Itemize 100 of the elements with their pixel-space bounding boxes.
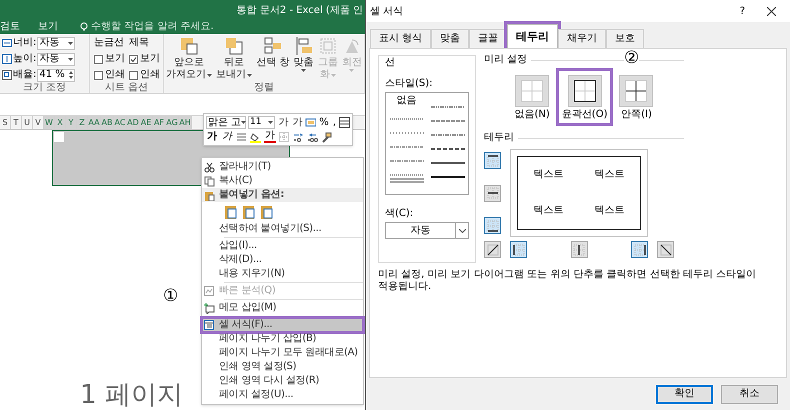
preset-option[interactable]: 윤곽선(O) <box>558 71 610 123</box>
menu-item[interactable]: 삭제(D)... <box>202 253 363 267</box>
line-style-list[interactable]: 없음 <box>385 92 469 195</box>
menu-item[interactable]: 메모 삽입(M) <box>202 301 363 315</box>
currency-icon[interactable] <box>305 117 316 128</box>
ribbon-button[interactable]: 맞춤 <box>294 36 314 82</box>
menu-item[interactable]: 잘라내기(T) <box>202 160 363 174</box>
paint-bucket-icon[interactable] <box>250 132 261 142</box>
paste-option-icon[interactable] <box>224 204 238 220</box>
middle-h-border-icon <box>486 186 500 200</box>
grow-font-button[interactable]: 가 <box>277 118 290 128</box>
checkbox[interactable]: 보기 <box>94 52 125 66</box>
dropdown-field[interactable]: 자동 <box>37 36 76 50</box>
section-title: 테두리 <box>484 133 514 143</box>
border-toggle-button[interactable] <box>510 241 527 258</box>
menu-item[interactable]: 삽입(I)... <box>202 239 363 253</box>
border-toggle-button[interactable] <box>484 152 501 169</box>
ribbon-button[interactable]: 뒤로 보내기 <box>216 36 252 82</box>
menu-item[interactable]: 내용 지우기(N) <box>202 267 363 281</box>
close-icon[interactable] <box>767 6 776 16</box>
step-marker: ① <box>163 288 178 305</box>
dialog-tab[interactable]: 채우기 <box>558 29 606 48</box>
column-header[interactable]: U <box>22 116 33 129</box>
ribbon-tab[interactable]: 보기 <box>38 22 58 32</box>
help-button[interactable]: ? <box>740 4 745 18</box>
dialog-tab[interactable]: 보호 <box>606 29 644 48</box>
tell-me-field[interactable]: 수행할 작업을 알려 주세요. <box>80 22 214 32</box>
chevron-down-icon <box>458 228 466 232</box>
border-toggle-button[interactable] <box>484 217 501 234</box>
dropdown-field[interactable]: 자동 <box>37 52 76 66</box>
clipboard-icon <box>204 190 215 200</box>
column-header[interactable]: S <box>0 116 11 129</box>
border-toggle-button[interactable] <box>631 241 648 258</box>
column-header[interactable]: W <box>44 116 55 129</box>
increase-decimal-icon[interactable] <box>293 132 304 142</box>
comma-button[interactable]: , <box>332 118 337 128</box>
menu-item[interactable]: 셀 서식(F)... <box>202 318 363 332</box>
decrease-decimal-icon[interactable] <box>307 132 318 142</box>
column-header[interactable]: AB <box>101 116 114 129</box>
border-toggle-button[interactable] <box>484 184 501 202</box>
column-header[interactable]: AC <box>114 116 127 129</box>
column-header[interactable]: AG <box>166 116 179 129</box>
group-label: 시트 옵션 <box>104 82 150 93</box>
preview-text: 텍스트 <box>594 206 624 216</box>
column-header[interactable]: AD <box>127 116 140 129</box>
align-icon[interactable] <box>236 132 247 142</box>
border-preview[interactable]: 텍스트 텍스트 텍스트 텍스트 <box>510 149 648 237</box>
menu-item[interactable]: 페이지 나누기 모두 원래대로(A) <box>202 346 363 360</box>
paste-option-icon[interactable] <box>260 204 274 220</box>
dialog-button[interactable]: 취소 <box>721 384 778 404</box>
active-cell[interactable] <box>54 132 64 142</box>
menu-item[interactable]: 페이지 설정(U)... <box>202 388 363 402</box>
italic-button[interactable]: 가 <box>221 132 233 142</box>
menu-item[interactable]: 선택하여 붙여넣기(S)... <box>202 222 363 236</box>
font-color-button[interactable]: 가 <box>264 131 276 143</box>
window-title: 통합 문서2 - Excel (제품 인 <box>236 4 363 18</box>
section-title: 미리 설정 <box>484 55 528 65</box>
checkbox[interactable]: 보기 <box>129 52 160 66</box>
border-toggle-button[interactable] <box>570 241 588 258</box>
menu-item[interactable]: 페이지 나누기 삽입(B) <box>202 332 363 346</box>
shrink-font-button[interactable]: 가 <box>291 118 304 128</box>
line-style-option[interactable]: 없음 <box>396 95 416 107</box>
column-header[interactable]: X <box>55 116 66 129</box>
group-label: 정렬 <box>253 82 275 93</box>
dropdown-field[interactable]: 41 % <box>37 68 76 82</box>
dialog-button[interactable]: 확인 <box>656 384 713 404</box>
column-header[interactable]: Z <box>77 116 88 129</box>
column-header[interactable]: T <box>11 116 22 129</box>
column-header[interactable]: AF <box>153 116 166 129</box>
dialog-tab[interactable]: 표시 형식 <box>370 29 432 48</box>
bold-button[interactable]: 가 <box>206 132 218 142</box>
font-name-field[interactable]: 맑은 고 <box>206 116 246 129</box>
ribbon-button[interactable]: 앞으로 가져오기 <box>166 36 212 82</box>
column-header[interactable]: AA <box>88 116 101 129</box>
column-header[interactable]: AH <box>179 116 192 129</box>
border-preset-icon <box>624 79 648 103</box>
color-dropdown[interactable]: 자동 <box>385 222 469 239</box>
border-preset-icon <box>520 79 544 103</box>
border-toggle-button[interactable] <box>484 241 501 258</box>
checkbox[interactable]: 인쇄 <box>129 68 160 82</box>
ribbon-button[interactable]: 선택 창 <box>256 36 290 82</box>
brush-icon[interactable] <box>321 132 332 142</box>
border-toggle-button[interactable] <box>657 241 674 258</box>
copy-icon <box>204 176 215 186</box>
menu-item[interactable]: 인쇄 영역 설정(S) <box>202 360 363 374</box>
caret-icon <box>241 121 246 124</box>
ribbon-tab[interactable]: 검토 <box>0 22 20 32</box>
dialog-tab[interactable]: 테두리 <box>507 24 558 48</box>
column-header[interactable]: AE <box>140 116 153 129</box>
preview-text: 텍스트 <box>534 170 564 180</box>
checkbox[interactable]: 인쇄 <box>94 68 125 82</box>
dialog-tab[interactable]: 맞춤 <box>431 29 470 48</box>
font-size-field[interactable]: 11 <box>248 116 276 129</box>
menu-item[interactable]: 인쇄 영역 다시 설정(R) <box>202 374 363 388</box>
menu-item[interactable]: 복사(C) <box>202 174 363 188</box>
paste-option-icon[interactable] <box>242 204 256 220</box>
table-icon[interactable] <box>339 117 350 128</box>
chart-icon <box>204 286 215 296</box>
percent-button[interactable]: % <box>318 118 330 128</box>
column-header[interactable]: Y <box>66 116 77 129</box>
